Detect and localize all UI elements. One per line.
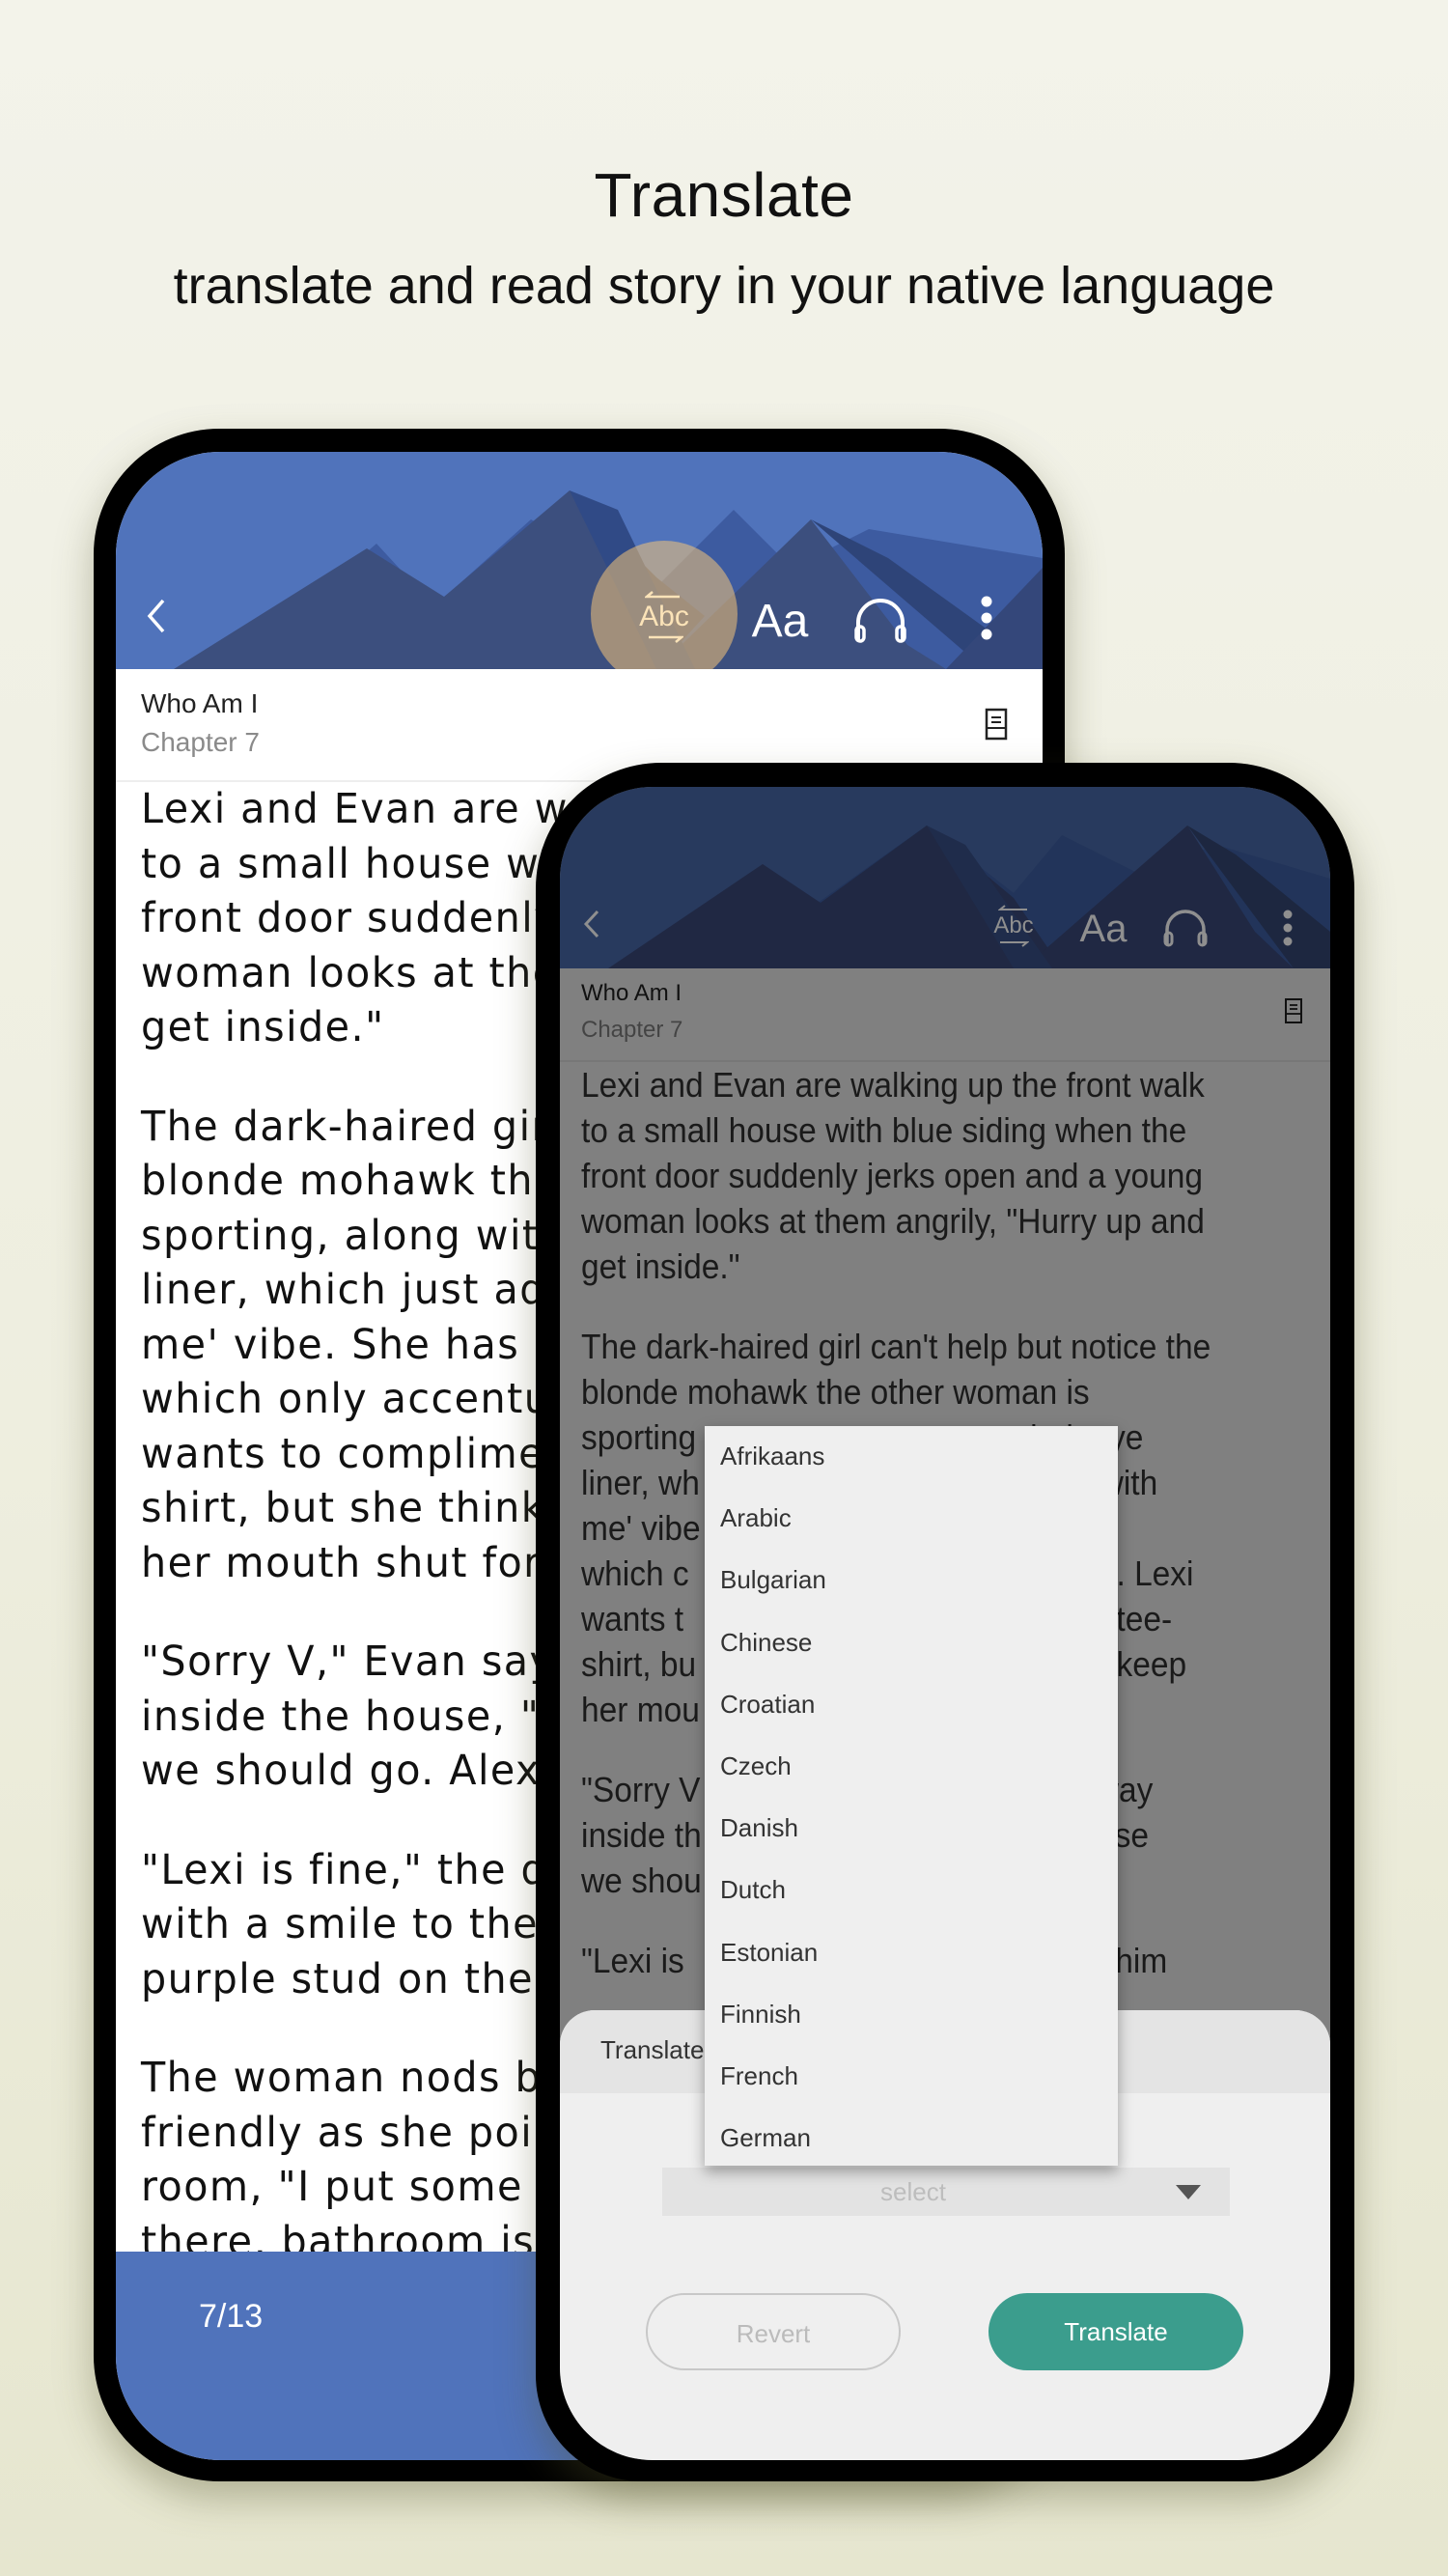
language-option[interactable]: Danish (720, 1813, 798, 1843)
language-option[interactable]: Afrikaans (720, 1442, 824, 1471)
language-select[interactable]: select (662, 2168, 1230, 2216)
language-option[interactable]: Bulgarian (720, 1565, 826, 1595)
hero-title: Translate (594, 160, 854, 230)
font-size-icon[interactable]: Aa (1072, 905, 1135, 953)
language-select-placeholder: select (880, 2177, 946, 2206)
translate-icon-label: Abc (993, 912, 1034, 938)
translate-icon-label: Abc (639, 601, 689, 632)
reader-screen-right: Abc Aa Who Am I Chapter 7 Lexi and Evan … (560, 787, 1330, 2460)
story-paragraph: Lexi and Evan are walking up the front w… (581, 1062, 1211, 1289)
language-option[interactable]: Croatian (720, 1690, 815, 1720)
page-indicator: 7/13 (199, 2298, 264, 2335)
story-line: woman looks at them angrily, "Hurry up a… (581, 1201, 1205, 1241)
reader-header-dimmed: Abc Aa (560, 787, 1330, 968)
translate-icon[interactable]: Abc (983, 897, 1044, 955)
reader-header: Abc Aa (116, 452, 1043, 687)
story-line: get inside." (581, 1246, 740, 1286)
translate-sheet-title: Translate (600, 2035, 705, 2064)
language-option[interactable]: Arabic (720, 1503, 792, 1533)
toc-icon[interactable] (1284, 997, 1303, 1029)
chapter-label: Chapter 7 (141, 727, 260, 757)
language-dropdown: Afrikaans Arabic Bulgarian Chinese Croatian C… (705, 1426, 1118, 2166)
font-size-icon[interactable]: Aa (741, 592, 819, 650)
language-option[interactable]: Estonian (720, 1938, 818, 1968)
language-option[interactable]: French (720, 2061, 798, 2091)
revert-button[interactable]: Revert (646, 2293, 901, 2370)
back-icon[interactable] (577, 907, 606, 941)
language-option[interactable]: Chinese (720, 1628, 812, 1658)
more-icon[interactable] (1280, 909, 1295, 947)
font-size-icon-label: Aa (751, 595, 809, 647)
story-line: front door suddenly jerks open and a you… (581, 1156, 1204, 1195)
story-line: The dark-haired girl can't help but noti… (581, 1327, 1211, 1366)
book-title: Who Am I (141, 688, 259, 718)
chapter-label: Chapter 7 (581, 1017, 683, 1043)
toc-icon[interactable] (985, 708, 1008, 745)
hero-subtitle: translate and read story in your native … (173, 257, 1275, 315)
language-option[interactable]: German (720, 2123, 811, 2153)
more-icon[interactable] (977, 593, 996, 643)
mountains-illustration (560, 826, 1330, 968)
phone-frame-right: Abc Aa Who Am I Chapter 7 Lexi and Evan … (536, 763, 1354, 2481)
story-line: Lexi and Evan are walking up the front w… (581, 1065, 1205, 1105)
story-line: to a small house with blue siding when t… (581, 1110, 1187, 1150)
translate-icon[interactable]: Abc (626, 583, 703, 651)
story-line: Lexi and Evan are wa (141, 785, 595, 833)
back-icon[interactable] (139, 595, 174, 637)
book-title: Who Am I (581, 980, 682, 1006)
translate-button[interactable]: Translate (989, 2293, 1243, 2370)
font-size-icon-label: Aa (1079, 907, 1128, 950)
headphones-icon[interactable] (851, 595, 909, 647)
caret-down-icon (1176, 2185, 1201, 2199)
chapter-title-bar: Who Am I Chapter 7 (560, 968, 1330, 1062)
headphones-icon[interactable] (1160, 907, 1211, 949)
story-line: blonde mohawk the other woman is (581, 1372, 1090, 1412)
language-option[interactable]: Finnish (720, 2000, 801, 2030)
language-option[interactable]: Dutch (720, 1875, 786, 1905)
language-option[interactable]: Czech (720, 1751, 792, 1781)
